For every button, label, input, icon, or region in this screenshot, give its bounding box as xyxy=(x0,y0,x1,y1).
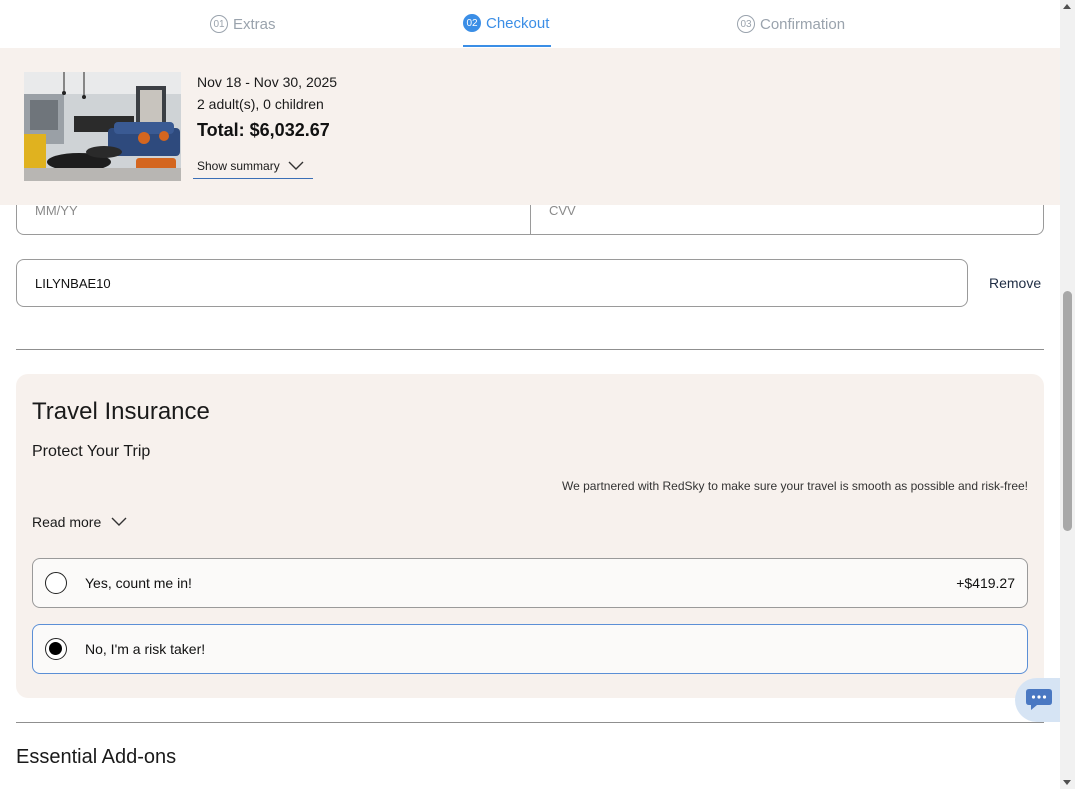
scrollbar-thumb[interactable] xyxy=(1063,291,1072,531)
show-summary-toggle[interactable]: Show summary xyxy=(193,154,313,179)
checkout-stepper: 01 Extras 02 Checkout 03 Confirmation xyxy=(0,0,1060,48)
guest-count: 2 adult(s), 0 children xyxy=(197,96,324,112)
insurance-option-yes[interactable]: Yes, count me in! +$419.27 xyxy=(32,558,1028,608)
option-label: No, I'm a risk taker! xyxy=(85,641,206,657)
step-number: 01 xyxy=(210,15,228,33)
booking-summary-banner: Nov 18 - Nov 30, 2025 2 adult(s), 0 chil… xyxy=(0,48,1060,205)
travel-insurance-section: Travel Insurance Protect Your Trip We pa… xyxy=(16,374,1044,698)
section-title: Travel Insurance xyxy=(32,398,210,425)
step-number: 02 xyxy=(463,14,481,32)
step-number: 03 xyxy=(737,15,755,33)
property-photo-image xyxy=(24,72,181,181)
promo-code-input[interactable] xyxy=(33,275,937,292)
chevron-down-icon xyxy=(111,517,127,526)
chat-bubble-icon xyxy=(1026,689,1052,710)
step-extras[interactable]: 01 Extras xyxy=(210,12,276,36)
scroll-down-arrow-icon[interactable] xyxy=(1063,780,1071,785)
scroll-up-arrow-icon[interactable] xyxy=(1063,4,1071,9)
step-label: Checkout xyxy=(486,14,550,32)
step-label: Confirmation xyxy=(760,15,846,33)
booking-total: Total: $6,032.67 xyxy=(197,120,330,140)
promo-code-field[interactable] xyxy=(16,259,968,307)
option-label: Yes, count me in! xyxy=(85,575,192,591)
page-scrollbar[interactable] xyxy=(1060,0,1075,789)
radio-button-selected[interactable] xyxy=(45,638,67,660)
essential-addons-title: Essential Add-ons xyxy=(16,746,177,768)
show-summary-label: Show summary xyxy=(197,159,280,173)
chat-widget-button[interactable] xyxy=(1015,678,1060,722)
remove-promo-button[interactable]: Remove xyxy=(989,275,1041,291)
active-step-indicator xyxy=(463,45,551,47)
step-checkout[interactable]: 02 Checkout xyxy=(463,11,549,35)
radio-button[interactable] xyxy=(45,572,67,594)
stay-dates: Nov 18 - Nov 30, 2025 xyxy=(197,74,338,90)
read-more-toggle[interactable]: Read more xyxy=(32,514,127,530)
step-label: Extras xyxy=(233,15,276,33)
insurance-partner-note: We partnered with RedSky to make sure yo… xyxy=(562,479,1028,493)
step-confirmation[interactable]: 03 Confirmation xyxy=(737,12,845,36)
section-divider xyxy=(16,722,1044,723)
radio-selected-dot xyxy=(49,642,62,655)
section-divider xyxy=(16,349,1044,350)
option-price: +$419.27 xyxy=(956,575,1015,591)
read-more-label: Read more xyxy=(32,514,102,530)
section-subtitle: Protect Your Trip xyxy=(32,443,151,460)
property-photo xyxy=(24,72,181,181)
chevron-down-icon xyxy=(288,161,304,170)
insurance-option-no[interactable]: No, I'm a risk taker! xyxy=(32,624,1028,674)
